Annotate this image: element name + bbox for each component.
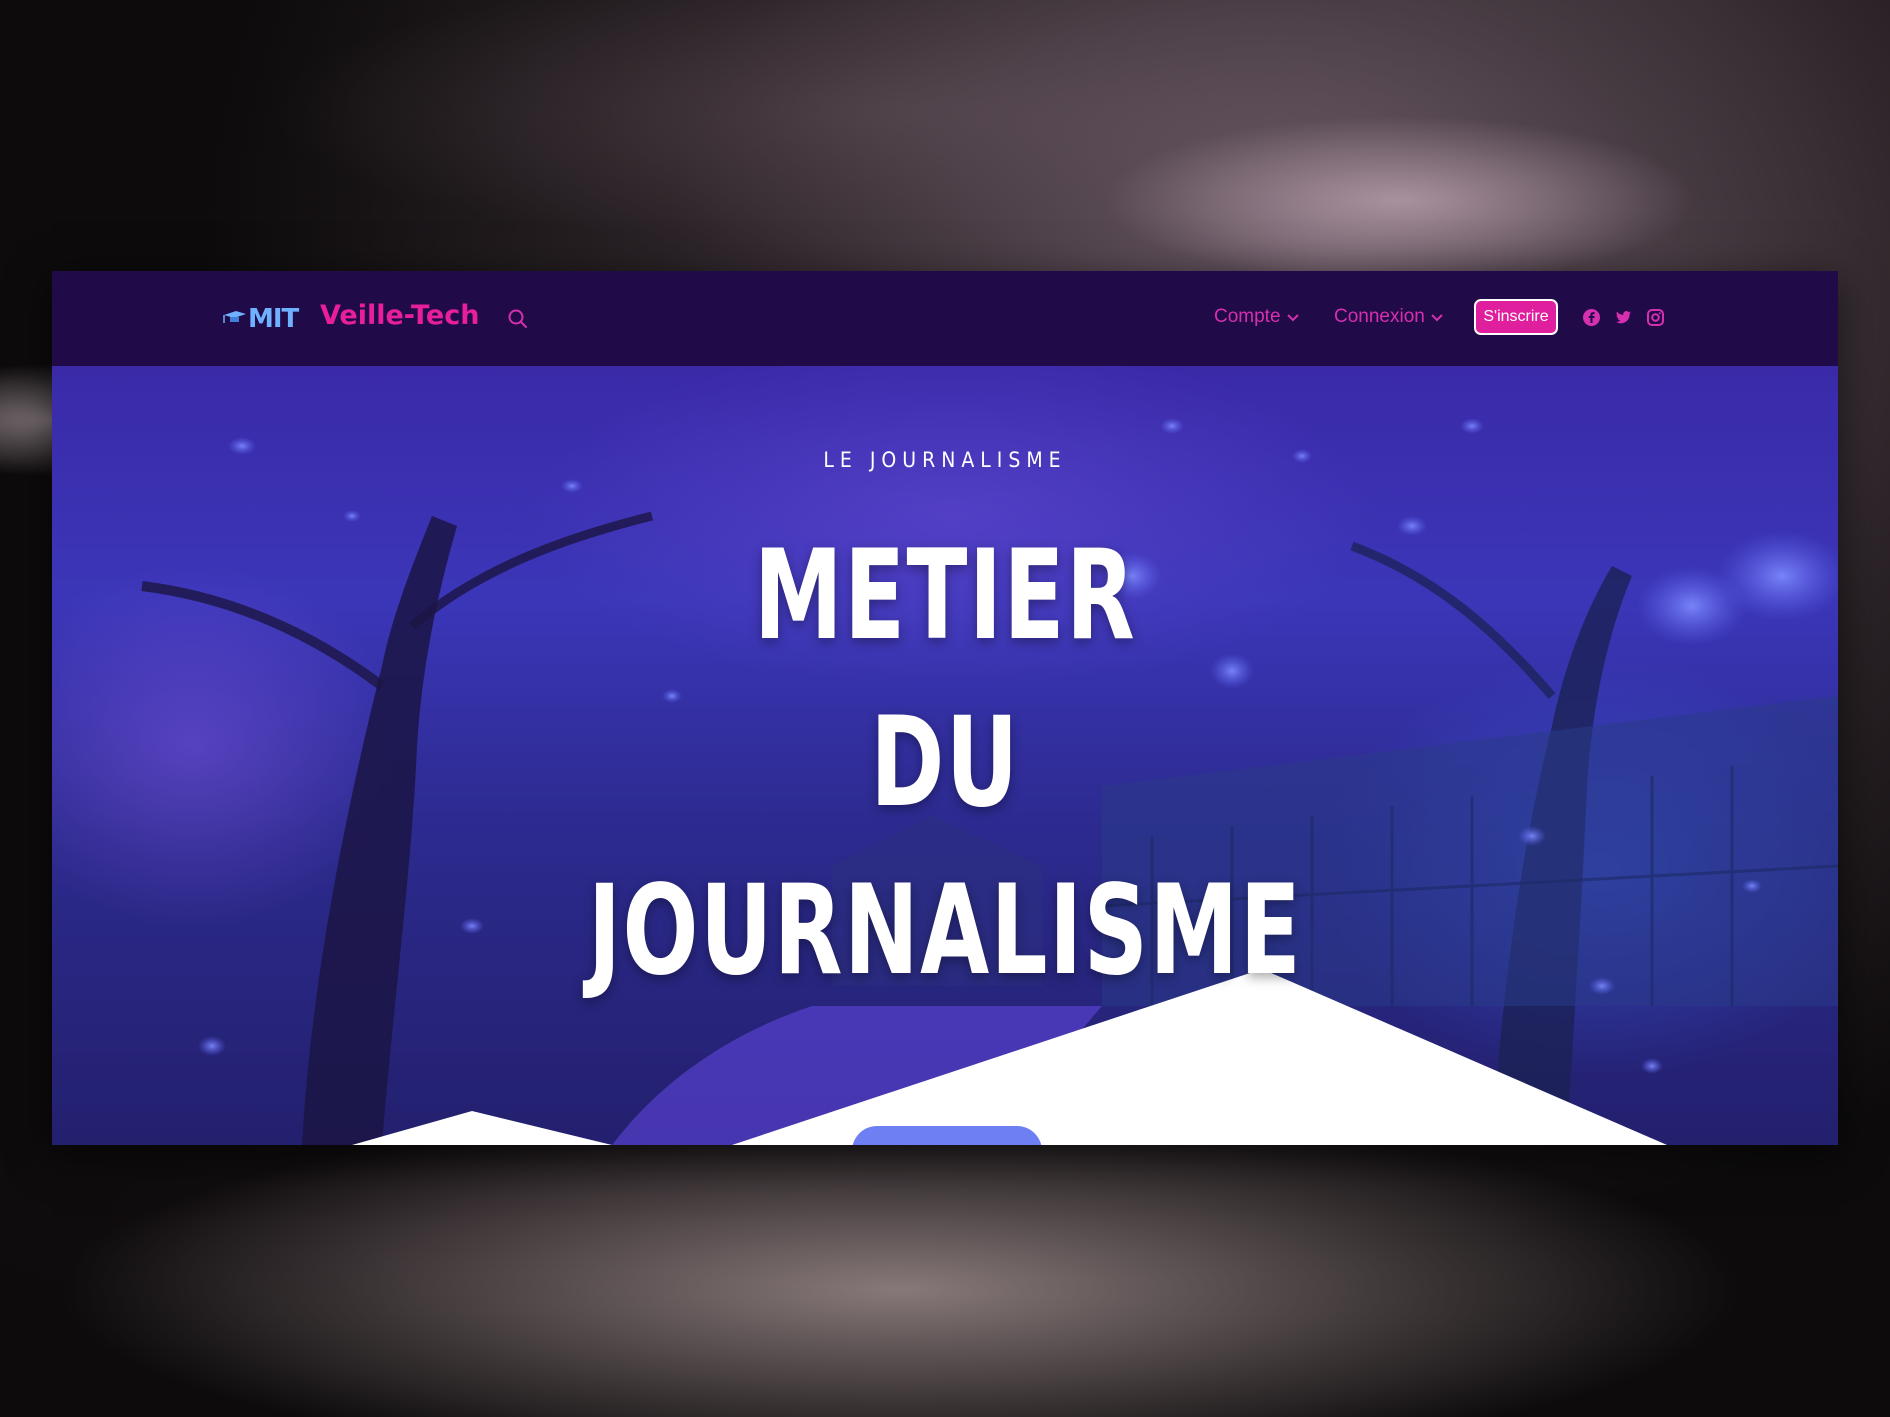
facebook-icon[interactable] bbox=[1582, 308, 1601, 327]
hero-title-line-2: DU bbox=[870, 691, 1020, 835]
twitter-icon[interactable] bbox=[1614, 308, 1633, 327]
hero-eyebrow: LE JOURNALISME bbox=[823, 448, 1067, 472]
hero-cta-button[interactable] bbox=[852, 1126, 1042, 1145]
chevron-down-icon bbox=[1431, 306, 1443, 328]
browser-viewport: MIT Veille-Tech Compte Connexion S'inscr… bbox=[52, 271, 1838, 1145]
graduation-cap-icon bbox=[222, 309, 246, 329]
nav-compte[interactable]: Compte bbox=[1214, 306, 1299, 328]
brand-name[interactable]: Veille-Tech bbox=[320, 300, 479, 331]
search-icon[interactable] bbox=[507, 308, 529, 330]
nav-connexion-label: Connexion bbox=[1334, 306, 1425, 327]
hero-title-line-1: METIER bbox=[753, 524, 1137, 668]
chevron-down-icon bbox=[1286, 306, 1299, 328]
site-logo[interactable]: MIT bbox=[222, 301, 299, 337]
instagram-icon[interactable] bbox=[1646, 308, 1665, 327]
signup-button[interactable]: S'inscrire bbox=[1474, 299, 1558, 335]
navbar: MIT Veille-Tech Compte Connexion S'inscr… bbox=[52, 271, 1838, 366]
logo-text: MIT bbox=[248, 304, 299, 334]
hero-section: LE JOURNALISME METIER DU JOURNALISME bbox=[52, 366, 1838, 1145]
hero-title-line-3: JOURNALISME bbox=[587, 859, 1303, 1003]
nav-compte-label: Compte bbox=[1214, 306, 1281, 327]
nav-connexion[interactable]: Connexion bbox=[1334, 306, 1443, 328]
hero-white-shape-small bbox=[352, 1111, 612, 1145]
